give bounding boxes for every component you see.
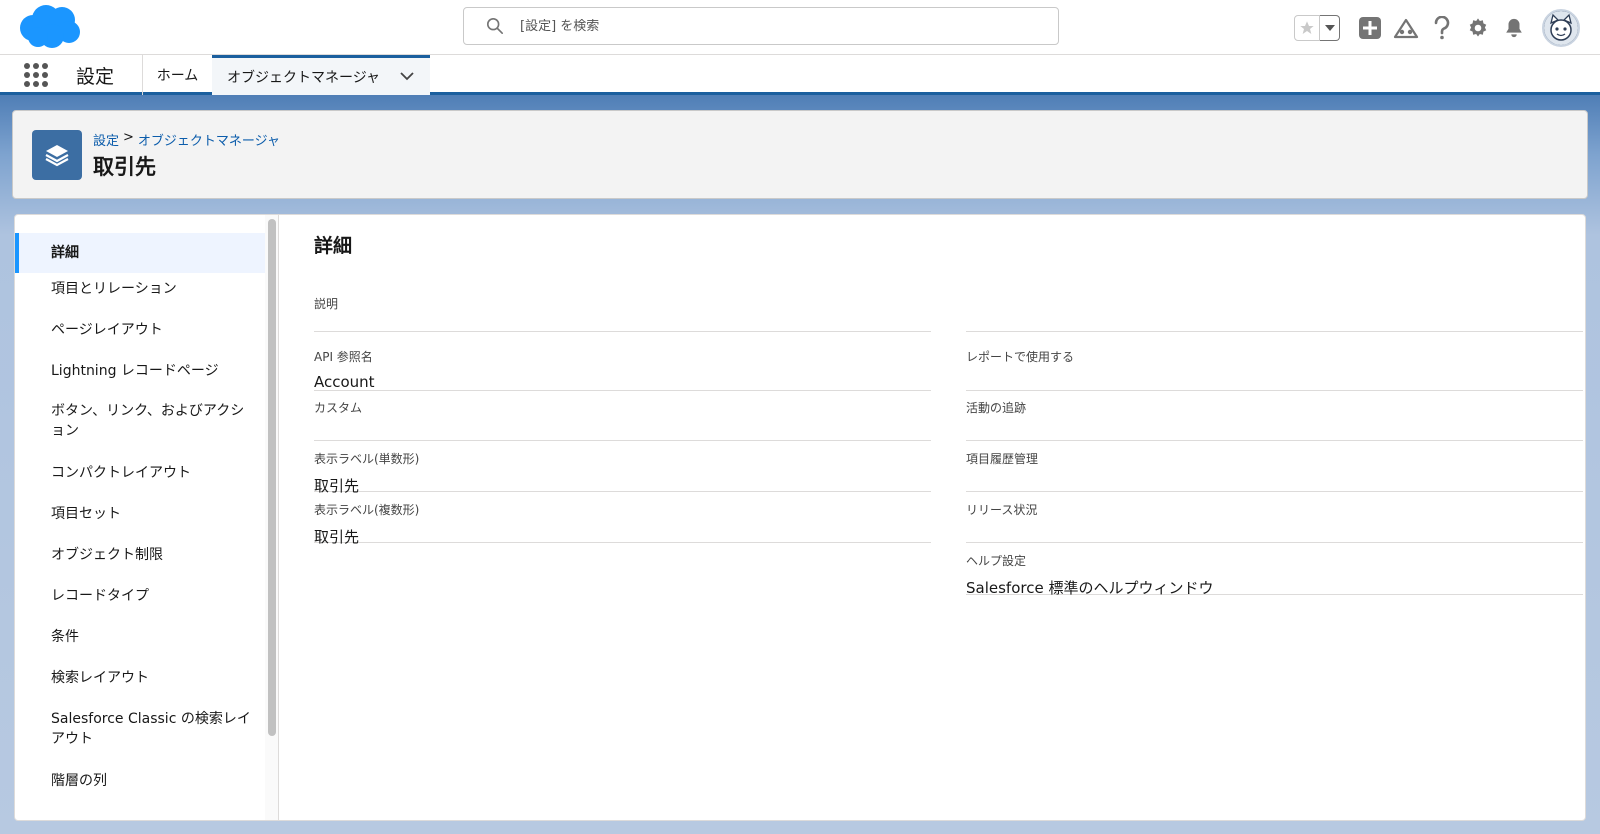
side-nav-item-details[interactable]: 詳細 [15, 233, 265, 273]
field-custom: カスタム [314, 399, 931, 441]
side-nav-item-label: 詳細 [51, 245, 79, 261]
field-label: API 参照名 [314, 350, 373, 364]
field-track-activities: 活動の追跡 [966, 399, 1583, 441]
star-icon [1300, 20, 1314, 34]
field-label: 活動の追跡 [966, 401, 1027, 415]
side-nav-item-label: 項目とリレーション [51, 281, 177, 297]
favorites-group [1294, 14, 1340, 41]
field-history-tracking: 項目履歴管理 [966, 450, 1583, 492]
field-label: カスタム [314, 401, 363, 415]
side-nav-item-label: ページレイアウト [51, 322, 163, 338]
trailhead-icon [1393, 18, 1419, 38]
field-label: リリース状況 [966, 503, 1038, 517]
side-nav-item-label: オブジェクト制限 [51, 547, 163, 563]
field-description: 説明 [314, 295, 931, 332]
favorites-dropdown[interactable] [1320, 14, 1340, 41]
tab-object-manager-label: オブジェクトマネージャ [227, 69, 381, 86]
field-help-settings: ヘルプ設定 Salesforce 標準のヘルプウィンドウ [966, 552, 1583, 597]
scrollbar-thumb[interactable] [268, 219, 276, 736]
app-name: 設定 [76, 66, 115, 88]
breadcrumb-separator: > [123, 130, 134, 145]
side-nav-item-label: レコードタイプ [51, 588, 149, 604]
side-nav-item-conditions[interactable]: 条件 [15, 627, 265, 647]
favorites-button[interactable] [1294, 14, 1320, 41]
page-title: 取引先 [93, 155, 156, 179]
field-description-right-divider [966, 295, 1583, 332]
field-value: 取引先 [314, 477, 360, 495]
field-api-name: API 参照名 Account [314, 348, 931, 391]
page-header: 設定 > オブジェクトマネージャ 取引先 [12, 110, 1588, 199]
chevron-down-icon[interactable] [400, 71, 414, 81]
layers-icon [32, 130, 82, 180]
add-icon [1359, 16, 1381, 39]
main-panel: 詳細 項目とリレーション ページレイアウト Lightning レコードページ … [14, 214, 1586, 821]
side-nav-item-label: コンパクトレイアウト [51, 465, 191, 481]
field-label-plural: 表示ラベル(複数形) 取引先 [314, 501, 931, 546]
salesforce-cloud-icon[interactable] [16, 4, 82, 50]
side-nav-item-label: ボタン、リンク、およびアクション [51, 403, 245, 439]
breadcrumb-setup[interactable]: 設定 [93, 130, 119, 149]
header-actions [1294, 0, 1600, 55]
side-nav-item-object-limits[interactable]: オブジェクト制限 [15, 545, 265, 565]
side-nav: 詳細 項目とリレーション ページレイアウト Lightning レコードページ … [15, 215, 265, 820]
field-label: 表示ラベル(複数形) [314, 503, 420, 517]
field-label: 説明 [314, 297, 339, 311]
side-nav-item-label: 項目セット [51, 506, 121, 522]
side-nav-item-page-layouts[interactable]: ページレイアウト [15, 320, 265, 340]
field-value: 取引先 [314, 528, 360, 546]
field-allow-reports: レポートで使用する [966, 348, 1583, 391]
help-icon [1434, 15, 1450, 39]
field-deployment-status: リリース状況 [966, 501, 1583, 543]
side-nav-item-label: Salesforce Classic の検索レイアウト [51, 711, 251, 747]
global-search[interactable] [463, 7, 1059, 45]
global-header [0, 0, 1600, 55]
avatar[interactable] [1542, 8, 1580, 47]
breadcrumb: 設定 > オブジェクトマネージャ [93, 130, 280, 149]
side-nav-item-label: Lightning レコードページ [51, 363, 219, 379]
side-nav-item-search-layouts[interactable]: 検索レイアウト [15, 668, 265, 688]
gear-icon [1469, 17, 1487, 37]
detail-title: 詳細 [314, 235, 353, 257]
setup-button[interactable] [1460, 10, 1496, 46]
field-label: レポートで使用する [966, 350, 1075, 364]
side-nav-item-record-types[interactable]: レコードタイプ [15, 586, 265, 606]
app-launcher-icon[interactable] [24, 63, 48, 87]
field-label: 項目履歴管理 [966, 452, 1039, 466]
side-nav-item-hierarchy-columns[interactable]: 階層の列 [15, 771, 265, 791]
side-nav-item-label: 検索レイアウト [51, 670, 149, 686]
tab-home-label: ホーム [156, 68, 199, 84]
side-nav-item-field-sets[interactable]: 項目セット [15, 504, 265, 524]
field-label: 表示ラベル(単数形) [314, 452, 420, 466]
side-nav-item-label: 階層の列 [51, 773, 107, 789]
side-nav-scrollbar[interactable] [265, 215, 279, 820]
breadcrumb-object-manager[interactable]: オブジェクトマネージャ [138, 130, 280, 149]
side-nav-item-compact-layouts[interactable]: コンパクトレイアウト [15, 463, 265, 483]
search-icon [486, 17, 504, 35]
side-nav-item-classic-search-layouts[interactable]: Salesforce Classic の検索レイアウト [15, 709, 251, 749]
tab-object-manager[interactable]: オブジェクトマネージャ [212, 55, 430, 95]
global-actions-button[interactable] [1352, 10, 1388, 46]
tab-home[interactable]: ホーム [143, 55, 212, 95]
field-label-singular: 表示ラベル(単数形) 取引先 [314, 450, 931, 495]
search-input[interactable] [520, 18, 1000, 34]
help-button[interactable] [1424, 10, 1460, 46]
bell-icon [1506, 18, 1522, 37]
side-nav-item-fields[interactable]: 項目とリレーション [15, 279, 265, 299]
chevron-down-icon [1324, 24, 1335, 31]
detail-section: 詳細 説明 API 参照名 Account カスタム 表示ラベル(単数形) 取引… [280, 215, 1585, 820]
notifications-button[interactable] [1496, 10, 1532, 46]
context-bar: 設定 ホーム オブジェクトマネージャ [0, 55, 1600, 95]
side-nav-item-buttons-links-actions[interactable]: ボタン、リンク、およびアクション [15, 401, 251, 441]
side-nav-item-lightning-record-pages[interactable]: Lightning レコードページ [15, 361, 265, 381]
field-label: ヘルプ設定 [966, 554, 1027, 568]
field-value: Account [314, 373, 375, 391]
trailhead-button[interactable] [1388, 10, 1424, 46]
field-value: Salesforce 標準のヘルプウィンドウ [966, 579, 1214, 597]
side-nav-item-label: 条件 [51, 629, 79, 645]
